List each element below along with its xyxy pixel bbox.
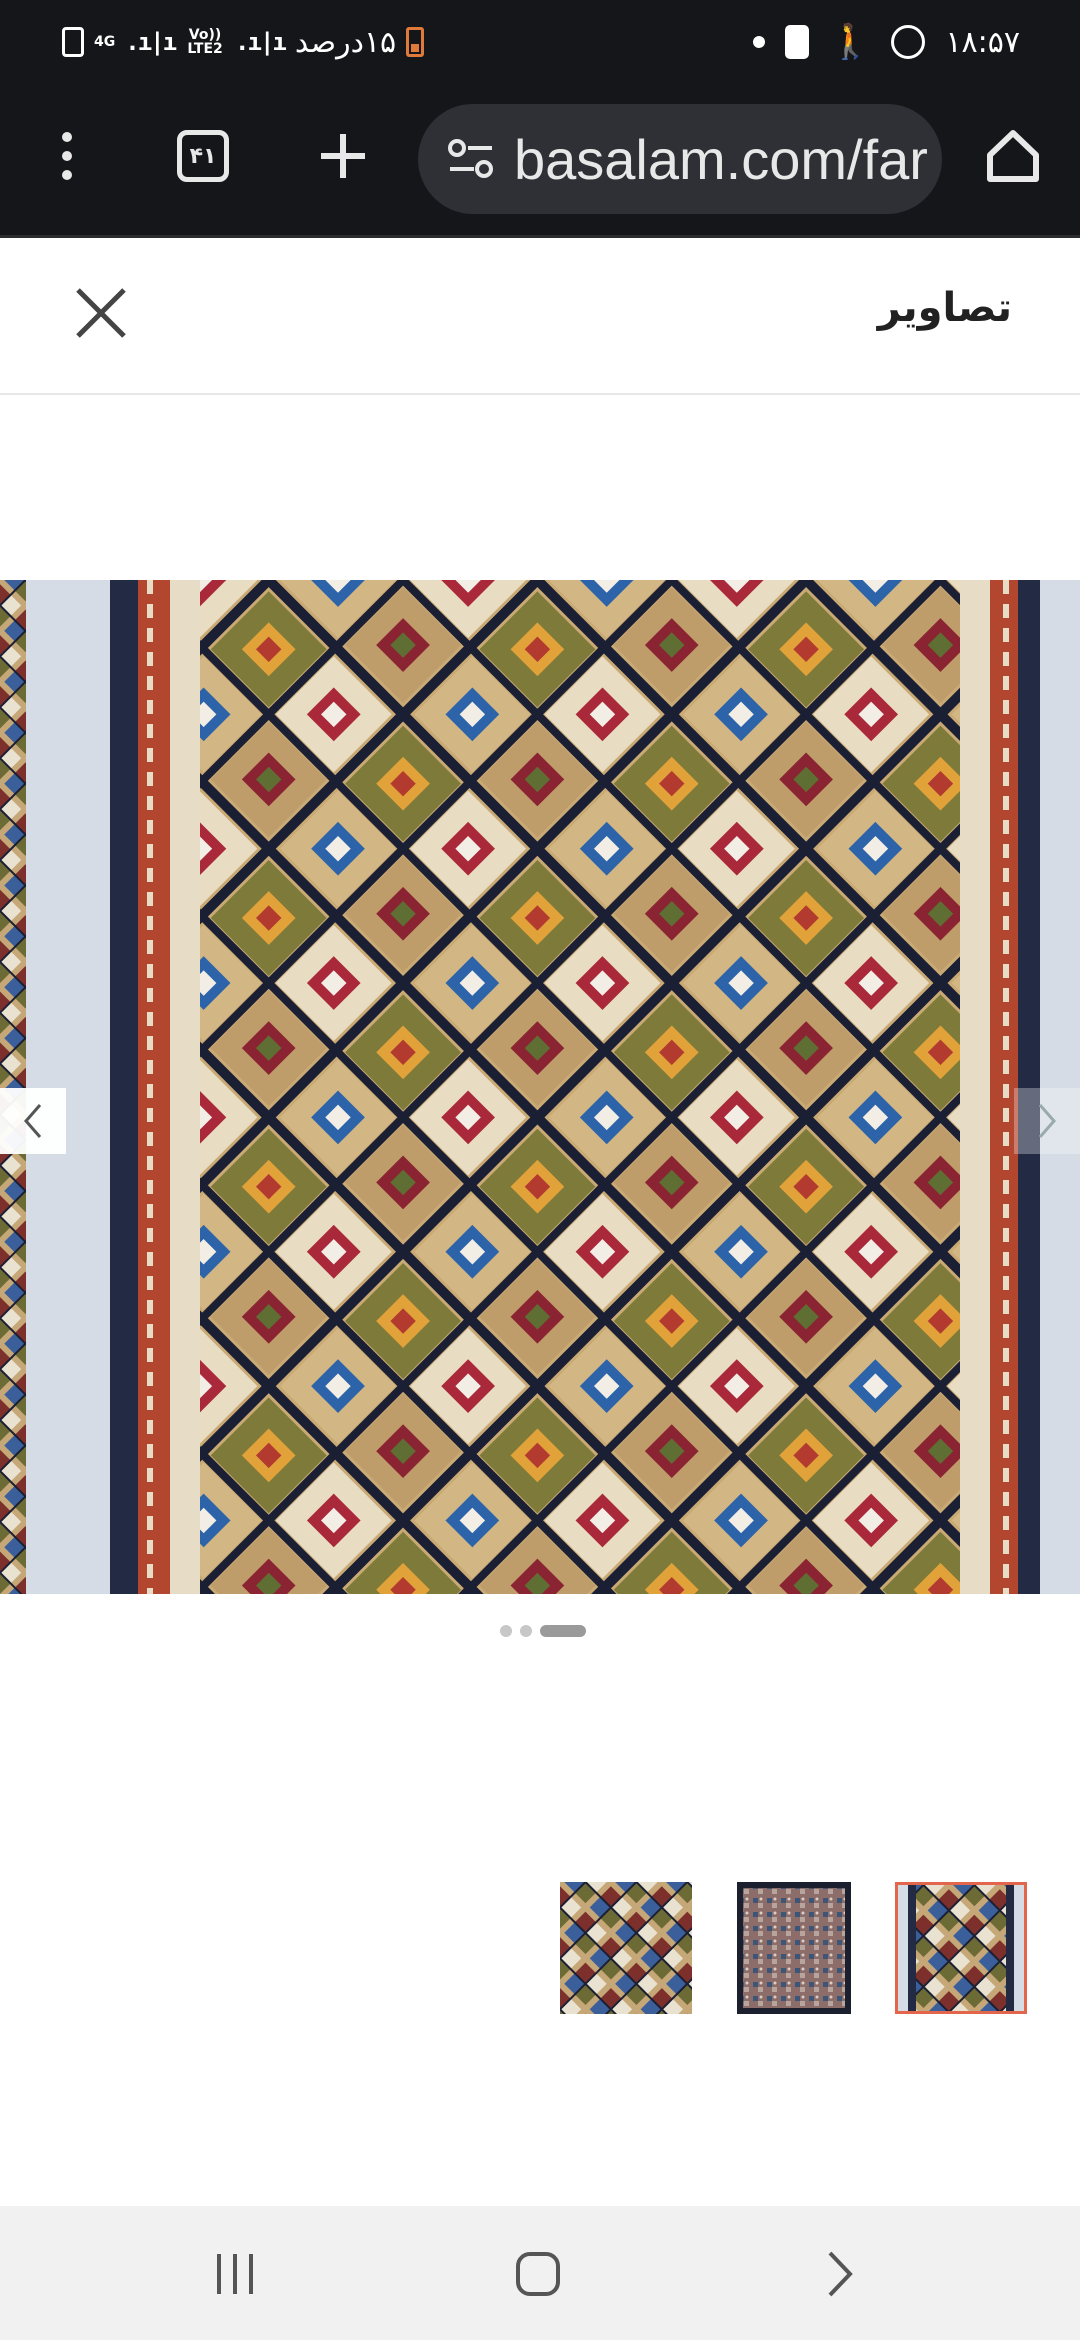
pagination-dot-3[interactable] [540, 1625, 586, 1637]
url-text: basalam.com/far [514, 127, 928, 191]
system-nav-bar [0, 2206, 1080, 2340]
close-icon[interactable] [70, 282, 132, 344]
url-bar[interactable]: basalam.com/far [418, 104, 942, 214]
next-image-button[interactable] [1014, 1088, 1080, 1154]
images-header: تصاویر [0, 241, 1080, 395]
alert-icon [785, 25, 810, 59]
walking-icon: 🚶 [829, 22, 872, 62]
page-title: تصاویر [877, 285, 1012, 331]
thumbnail-3[interactable] [895, 1882, 1027, 2014]
menu-icon[interactable] [34, 123, 100, 189]
time: ۱۸:۵۷ [945, 24, 1020, 60]
site-settings-icon[interactable] [448, 139, 494, 179]
notification-dot-icon [753, 36, 766, 48]
data-saver-icon [62, 27, 84, 57]
signal-icon-2: ı|ı. [125, 28, 177, 56]
status-right: 🚶 ۱۸:۵۷ [753, 20, 1020, 64]
status-bar: ۱۵درصد ı|ı. Vo)) LTE2 ı|ı. 4G 🚶 ۱۸:۵۷ [0, 0, 1080, 88]
battery-icon [406, 27, 425, 57]
home-nav-icon[interactable] [508, 2244, 568, 2304]
signal-icon: ı|ı. [235, 28, 287, 56]
previous-image-button[interactable] [0, 1088, 66, 1154]
accessibility-icon [891, 25, 926, 59]
recent-apps-icon[interactable] [205, 2244, 265, 2304]
pagination-dot-2[interactable] [520, 1625, 532, 1637]
main-product-image[interactable] [0, 580, 1080, 1594]
tab-switcher-button[interactable]: ۴۱ [170, 123, 236, 189]
lte-label: Vo)) LTE2 [187, 27, 223, 57]
home-icon[interactable] [980, 123, 1046, 189]
new-tab-icon[interactable] [310, 123, 376, 189]
thumbnail-1[interactable] [560, 1882, 692, 2014]
network-type: 4G [94, 34, 116, 50]
battery-text: ۱۵درصد [294, 24, 397, 60]
back-nav-icon[interactable] [810, 2244, 870, 2304]
tab-count: ۴۱ [177, 130, 229, 182]
thumbnail-2[interactable] [737, 1882, 851, 2014]
pagination-dot-1[interactable] [500, 1625, 512, 1637]
browser-toolbar: ۴۱ basalam.com/far [0, 88, 1080, 238]
image-pagination [500, 1625, 586, 1637]
status-left: ۱۵درصد ı|ı. Vo)) LTE2 ı|ı. 4G [62, 20, 425, 64]
